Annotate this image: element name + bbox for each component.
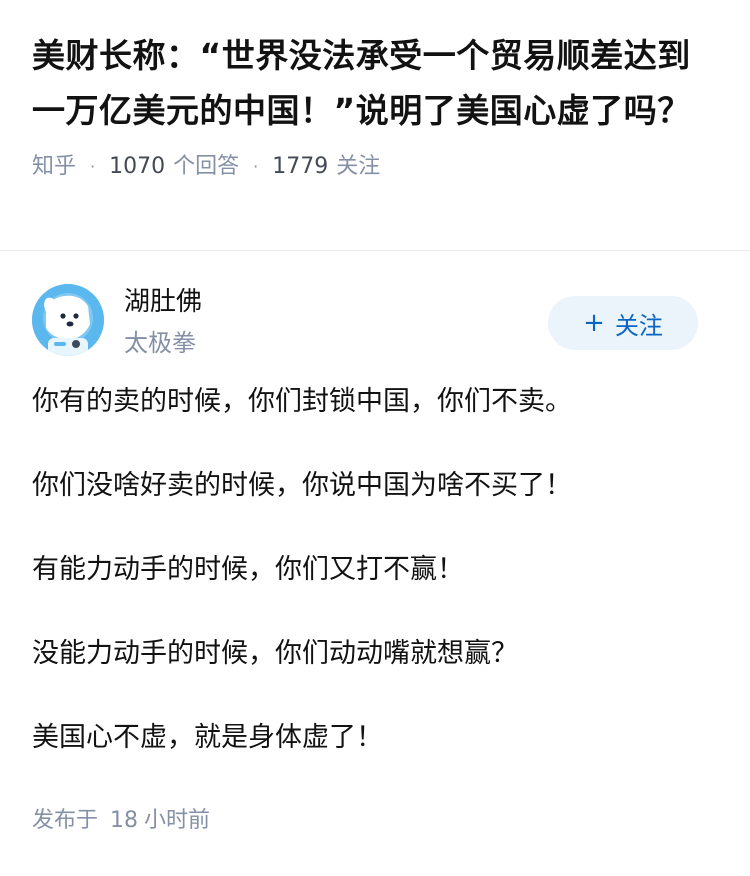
dog-astronaut-avatar-icon[interactable]: [32, 284, 104, 356]
publish-time: 发布于 18 小时前: [32, 806, 210, 836]
followers-label[interactable]: 关注: [336, 152, 380, 182]
plus-icon: +: [583, 308, 605, 338]
publish-value: 18: [110, 808, 139, 833]
answer-body: 你有的卖的时候，你们封锁中国，你们不卖。 你们没啥好卖的时候，你说中国为啥不买了…: [32, 382, 718, 758]
question-header: 美财长称：“世界没法承受一个贸易顺差达到一万亿美元的中国！”说明了美国心虚了吗？…: [0, 0, 750, 222]
author-row: 湖肚佛 太极拳 + 关注: [32, 252, 718, 362]
question-meta: 知乎 · 1070 个回答 · 1779 关注: [32, 152, 718, 182]
answers-label[interactable]: 个回答: [173, 152, 239, 182]
follow-button[interactable]: + 关注: [548, 296, 698, 350]
answers-count: 1070: [109, 154, 166, 179]
source-label[interactable]: 知乎: [32, 152, 76, 182]
publish-prefix: 发布于: [32, 808, 99, 833]
answer-paragraph: 美国心不虚，就是身体虚了！: [32, 722, 383, 753]
question-title[interactable]: 美财长称：“世界没法承受一个贸易顺差达到一万亿美元的中国！”说明了美国心虚了吗？: [32, 28, 718, 138]
publish-unit: 小时前: [144, 808, 211, 833]
separator-dot: ·: [90, 157, 96, 176]
answer-paragraph: 你有的卖的时候，你们封锁中国，你们不卖。: [32, 386, 572, 417]
author-bio: 太极拳: [124, 329, 196, 357]
follow-label: 关注: [614, 311, 663, 340]
followers-count: 1779: [272, 154, 329, 179]
answer-card: 湖肚佛 太极拳 + 关注 你有的卖的时候，你们封锁中国，你们不卖。 你们没啥好卖…: [0, 252, 750, 802]
answer-paragraph: 没能力动手的时候，你们动动嘴就想赢？: [32, 638, 518, 669]
author-name[interactable]: 湖肚佛: [124, 284, 202, 320]
answer-paragraph: 你们没啥好卖的时候，你说中国为啥不买了！: [32, 470, 572, 501]
answer-paragraph: 有能力动手的时候，你们又打不赢！: [32, 554, 464, 585]
section-divider: [0, 250, 750, 251]
separator-dot: ·: [253, 157, 259, 176]
